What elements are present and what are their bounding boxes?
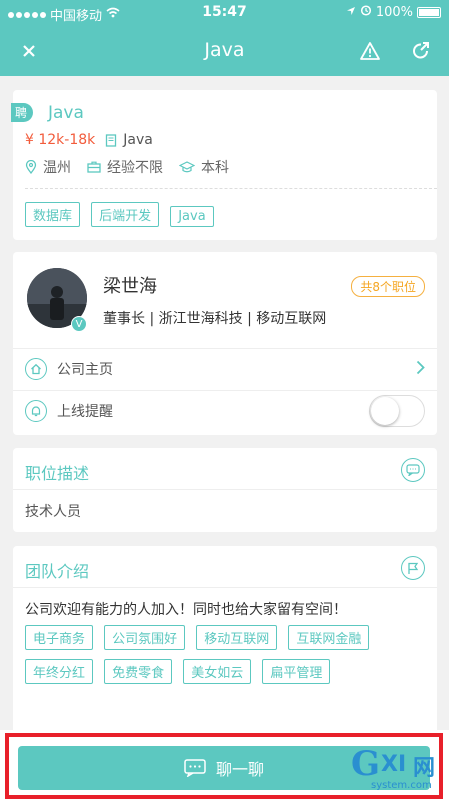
job-tag: 后端开发: [91, 202, 160, 227]
alarm-icon: [360, 4, 372, 20]
job-education: 本科: [201, 160, 229, 176]
description-title: 职位描述: [25, 464, 90, 483]
job-tag: 数据库: [25, 202, 81, 227]
job-count-badge[interactable]: 共8个职位: [351, 276, 425, 297]
status-right: 100%: [346, 4, 441, 20]
briefcase-icon: [87, 161, 101, 173]
job-info-row: 温州 经验不限 本科: [25, 157, 229, 177]
nav-bar: Java: [0, 26, 449, 76]
team-text: 公司欢迎有能力的人加入！同时也给大家留有空间！: [25, 602, 347, 618]
salary-row: ¥ 12k-18k Java: [25, 132, 153, 148]
team-tag: 扁平管理: [262, 659, 331, 684]
divider: [13, 489, 437, 490]
watermark-xi: XI: [381, 752, 407, 777]
document-icon: [106, 133, 117, 147]
chevron-right-icon: [416, 360, 425, 379]
watermark-g: G: [351, 744, 381, 784]
share-icon: [413, 42, 429, 59]
team-tag: 免费零食: [104, 659, 173, 684]
recruiter-info: 董事长 | 浙江世海科技 | 移动互联网: [103, 311, 327, 327]
location-icon: [25, 160, 37, 174]
team-tag: 公司氛围好: [104, 625, 186, 650]
team-tag: 美女如云: [183, 659, 252, 684]
divider: [25, 188, 437, 189]
watermark-logo: G XI 网 system.com: [349, 740, 445, 796]
company-home-label: 公司主页: [57, 362, 113, 378]
salary: ¥ 12k-18k: [25, 132, 96, 148]
job-location: 温州: [43, 160, 71, 176]
team-tags: 电子商务 公司氛围好 移动互联网 互联网金融 年终分红 免费零食 美女如云 扁平…: [25, 625, 425, 693]
verified-badge: V: [71, 316, 87, 332]
chat-bubble-icon: [401, 458, 425, 482]
job-tag: Java: [170, 206, 214, 227]
divider: [13, 587, 437, 588]
team-title: 团队介绍: [25, 562, 90, 581]
online-alert-toggle[interactable]: [369, 395, 425, 427]
recruiter-card: V 梁世海 共8个职位 董事长 | 浙江世海科技 | 移动互联网 公司主页 上线…: [13, 252, 437, 435]
description-card: 职位描述 技术人员: [13, 448, 437, 532]
team-card: 团队介绍 公司欢迎有能力的人加入！同时也给大家留有空间！ 电子商务 公司氛围好 …: [13, 546, 437, 736]
recruiter-name: 梁世海: [103, 276, 157, 297]
status-bar: 中国移动 15:47 100%: [0, 0, 449, 26]
watermark-net: 网: [413, 756, 436, 781]
battery-percent: 100%: [375, 4, 413, 20]
home-icon: [25, 358, 47, 380]
job-card: 聘 Java ¥ 12k-18k Java 温州 经验不限 本科 数据库 后端开…: [11, 90, 437, 240]
flag-icon: [401, 556, 425, 580]
bell-icon: [25, 400, 47, 422]
watermark-url: system.com: [371, 780, 432, 791]
job-title: Java: [48, 103, 84, 123]
job-category: Java: [123, 132, 153, 148]
battery-icon: [417, 6, 441, 18]
hiring-badge: 聘: [11, 103, 34, 122]
job-experience: 经验不限: [107, 160, 163, 176]
description-text: 技术人员: [25, 504, 81, 520]
job-tags: 数据库 后端开发 Java: [25, 202, 220, 227]
team-tag: 电子商务: [25, 625, 94, 650]
location-arrow-icon: [346, 5, 356, 20]
team-tag: 移动互联网: [196, 625, 278, 650]
company-home-row[interactable]: 公司主页: [25, 348, 425, 390]
report-button[interactable]: [357, 38, 383, 64]
warning-icon: [360, 42, 380, 60]
online-alert-label: 上线提醒: [57, 404, 113, 420]
team-tag: 年终分红: [25, 659, 94, 684]
toggle-knob: [371, 397, 399, 425]
team-tag: 互联网金融: [288, 625, 370, 650]
share-button[interactable]: [408, 38, 434, 64]
online-alert-row: 上线提醒: [25, 390, 425, 432]
graduation-cap-icon: [179, 161, 195, 173]
